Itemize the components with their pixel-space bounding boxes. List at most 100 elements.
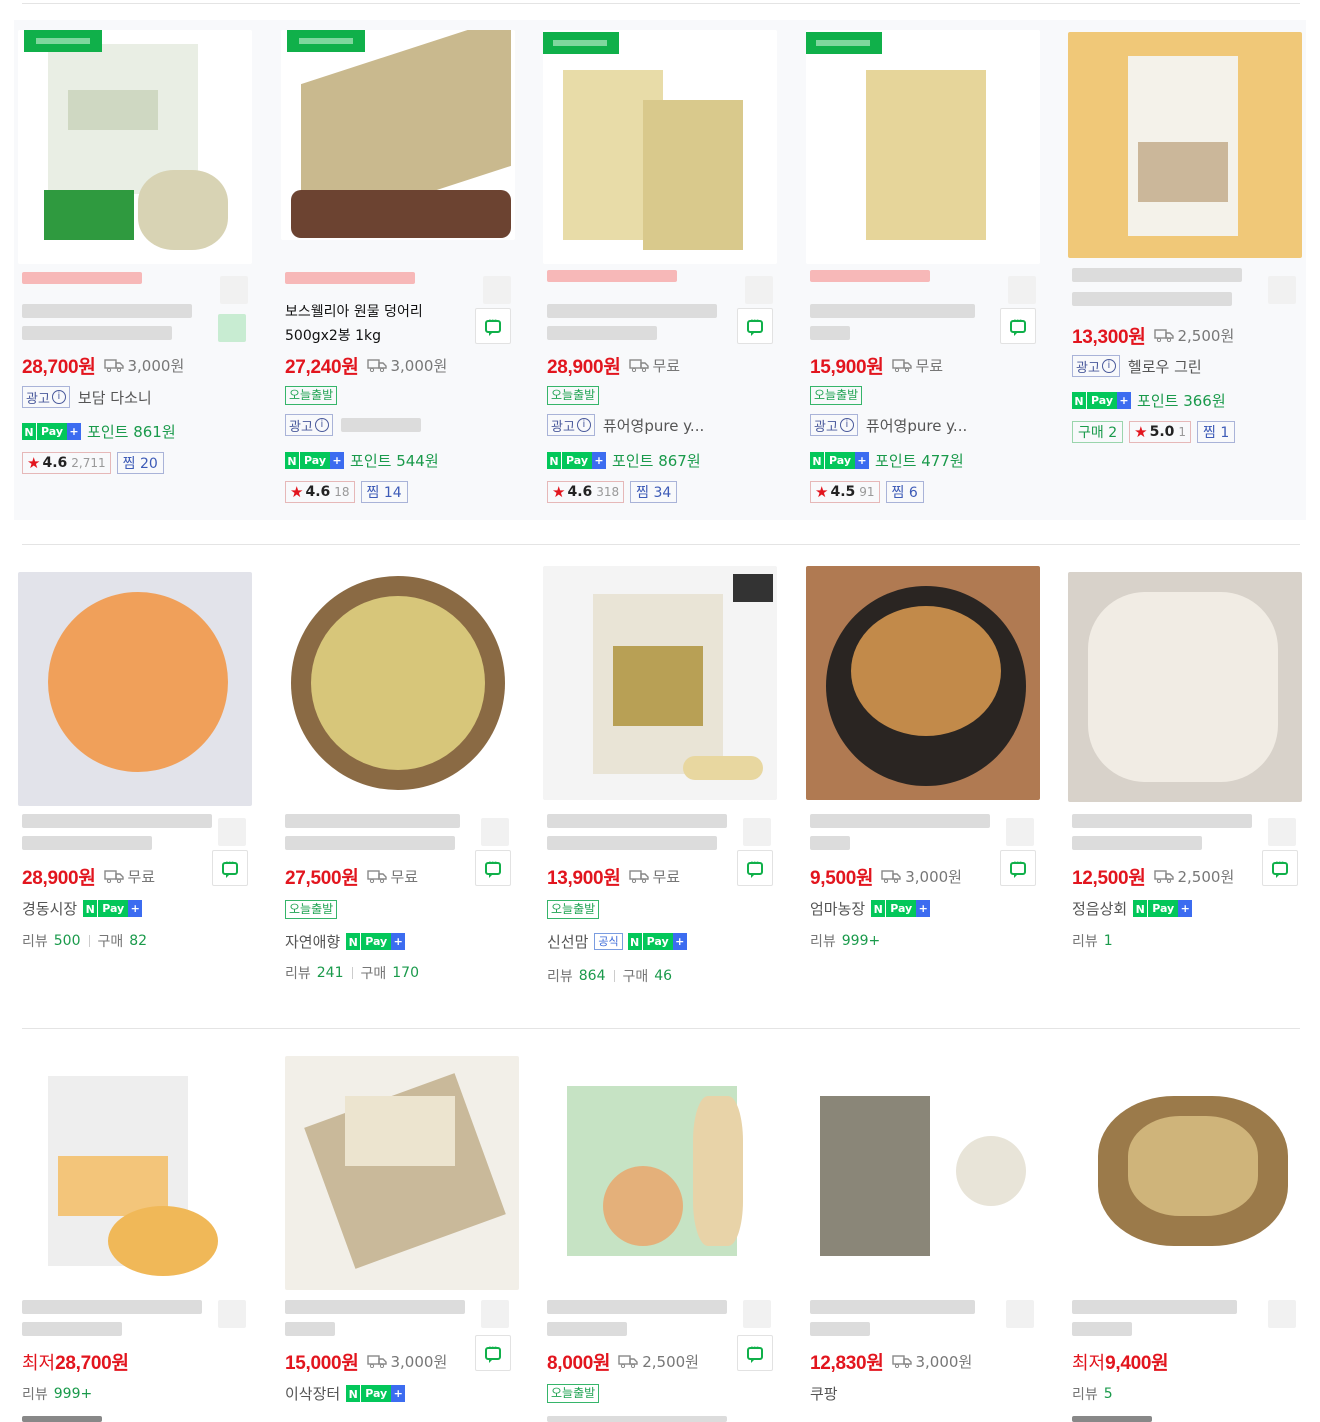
review-count[interactable]: 500 [54, 933, 81, 949]
shipping-fee: 3,000원 [390, 357, 448, 375]
npay-badge: N Pay + [1072, 392, 1132, 409]
rating-badge: ★ 4.5 91 [810, 481, 880, 503]
shipping-fee: 3,000원 [127, 357, 185, 375]
seller-name[interactable]: 자연애향 [285, 931, 340, 952]
product-image[interactable] [543, 30, 777, 264]
chat-button[interactable] [475, 850, 511, 886]
buy-count: 170 [392, 965, 419, 981]
price: 27,240원 [285, 357, 359, 378]
shipping-fee: 무료 [390, 868, 419, 886]
seller-name[interactable]: 퓨어영pure y... [866, 415, 967, 436]
chat-button[interactable] [475, 308, 511, 344]
seller-name[interactable]: 쿠팡 [810, 1383, 838, 1404]
ad-tag[interactable]: 광고 i [285, 414, 333, 436]
delivery-truck-icon [103, 870, 124, 883]
shipping-fee: 무료 [652, 868, 681, 886]
ad-tag[interactable]: 광고 i [1072, 355, 1120, 377]
chat-button[interactable] [475, 1335, 511, 1371]
today-shipping-tag: 오늘출발 [285, 900, 338, 919]
zzim-button[interactable] [1268, 276, 1296, 304]
seller-name[interactable]: 헬로우 그린 [1128, 356, 1202, 377]
zzim-button[interactable] [1268, 1300, 1296, 1328]
seller-name[interactable]: 정음상회 [1072, 898, 1127, 919]
delivery-truck-icon [618, 1355, 638, 1368]
price: 28,700원 [22, 357, 96, 378]
product-image[interactable] [806, 1056, 1040, 1290]
product-image[interactable] [1068, 1056, 1302, 1290]
product-image[interactable] [806, 566, 1040, 800]
product-image[interactable] [18, 30, 252, 264]
product-image[interactable] [281, 566, 515, 800]
zzim-button[interactable] [218, 818, 246, 846]
chat-button[interactable] [1000, 308, 1036, 344]
badge [543, 32, 619, 54]
chat-bubble-icon [485, 316, 501, 336]
chat-button[interactable] [737, 1335, 773, 1371]
chat-bubble-icon [485, 858, 501, 878]
npay-badge: N Pay + [627, 933, 687, 950]
seller-name[interactable]: 신선맘 [547, 931, 588, 952]
review-count[interactable]: 1 [1104, 933, 1113, 949]
ad-tag[interactable]: 광고 i [22, 386, 70, 408]
seller-name[interactable]: 경동시장 [22, 898, 77, 919]
product-image[interactable] [285, 1056, 519, 1290]
product-title[interactable]: 보스웰리아 원물 덩어리 500gx2봉 1kg [285, 300, 475, 348]
zzim-button[interactable] [743, 818, 771, 846]
zzim-button[interactable] [743, 1300, 771, 1328]
star-icon: ★ [1134, 423, 1148, 441]
chat-button[interactable] [737, 308, 773, 344]
chat-button[interactable] [737, 850, 773, 886]
ad-tag[interactable]: 광고 i [810, 414, 858, 436]
seller-name[interactable]: 엄마농장 [810, 898, 865, 919]
chat-button[interactable] [218, 314, 246, 342]
zzim-button[interactable] [483, 276, 511, 304]
seller-name[interactable]: 보담 다소니 [78, 387, 152, 408]
lowest-label: 최저 [22, 1352, 56, 1374]
review-count[interactable]: 5 [1104, 1386, 1113, 1402]
chat-button[interactable] [1262, 850, 1298, 886]
zzim-button[interactable] [218, 1300, 246, 1328]
price: 9,400원 [1105, 1353, 1169, 1374]
chat-button[interactable] [1000, 850, 1036, 886]
chat-bubble-icon [747, 858, 763, 878]
npay-badge: N Pay + [871, 900, 931, 917]
lowest-label: 최저 [1072, 1352, 1106, 1374]
npay-badge: N Pay + [285, 452, 345, 469]
product-image[interactable] [1068, 32, 1302, 258]
product-image[interactable] [1068, 572, 1302, 802]
review-label: 리뷰 [1072, 934, 1098, 950]
delivery-truck-icon [366, 359, 387, 372]
product-image[interactable] [806, 30, 1040, 264]
zzim-button[interactable] [481, 818, 509, 846]
chat-bubble-icon [747, 316, 763, 336]
review-count[interactable]: 999+ [54, 1386, 92, 1402]
zzim-button[interactable] [481, 1300, 509, 1328]
product-image[interactable] [18, 572, 252, 806]
ad-tag[interactable]: 광고 i [547, 414, 595, 436]
seller-name[interactable]: 이삭장터 [285, 1383, 340, 1404]
shipping-fee: 3,000원 [905, 868, 962, 886]
today-shipping-tag: 오늘출발 [547, 386, 600, 405]
product-image[interactable] [543, 1056, 777, 1290]
buy-count: 82 [129, 933, 148, 949]
zzim-button[interactable] [1006, 818, 1034, 846]
chat-bubble-icon [1272, 858, 1288, 878]
price: 12,500원 [1072, 868, 1146, 889]
product-image[interactable] [543, 566, 777, 800]
row-divider [22, 1028, 1300, 1029]
zzim-button[interactable] [1268, 818, 1296, 846]
chat-button[interactable] [212, 850, 248, 886]
product-image[interactable] [281, 30, 515, 240]
delivery-truck-icon [366, 870, 387, 883]
star-icon: ★ [815, 483, 829, 501]
product-image[interactable] [18, 1056, 252, 1290]
review-count[interactable]: 241 [317, 965, 344, 981]
zzim-button[interactable] [220, 276, 248, 304]
zzim-button[interactable] [1008, 276, 1036, 304]
seller-name[interactable]: 퓨어영pure y... [603, 415, 704, 436]
zzim-button[interactable] [1006, 1300, 1034, 1328]
points: 포인트 544원 [350, 452, 439, 470]
zzim-button[interactable] [745, 276, 773, 304]
review-count[interactable]: 864 [579, 968, 606, 984]
review-count[interactable]: 999+ [842, 933, 880, 949]
